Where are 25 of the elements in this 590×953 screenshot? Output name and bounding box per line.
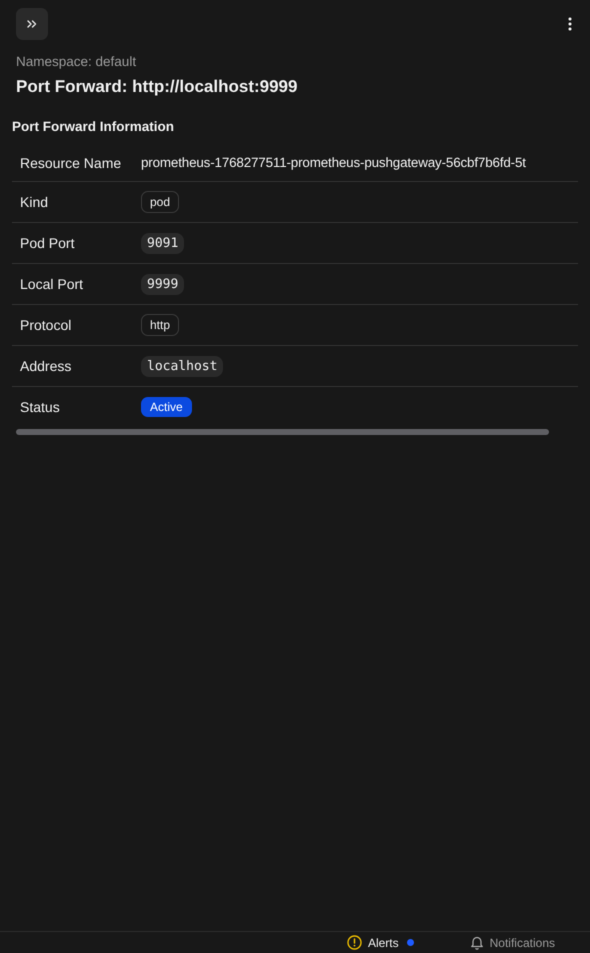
alerts-button[interactable]: Alerts xyxy=(346,935,414,950)
tag: http xyxy=(141,314,180,336)
expand-button[interactable] xyxy=(16,8,48,40)
more-icon xyxy=(568,17,572,31)
status-badge: Active xyxy=(141,397,192,417)
field-label: Resource Name xyxy=(20,154,122,170)
field-label: Kind xyxy=(20,194,48,210)
notifications-button[interactable]: Notifications xyxy=(470,935,555,950)
alert-icon xyxy=(346,935,362,950)
field-label: Pod Port xyxy=(20,235,74,251)
tag: pod xyxy=(141,191,180,213)
page-title: Port Forward: http://localhost:9999 xyxy=(16,77,298,97)
chevrons-right-icon xyxy=(26,18,38,30)
field-label: Status xyxy=(20,399,60,415)
horizontal-scrollbar[interactable] xyxy=(16,429,549,435)
section-title: Port Forward Information xyxy=(12,119,174,134)
field-value: prometheus-1768277511-prometheus-pushgateway-56cbf7b6fd-5t xyxy=(141,155,526,170)
field-label: Address xyxy=(20,358,72,374)
code-value: localhost xyxy=(141,356,224,376)
bell-icon xyxy=(470,935,484,950)
namespace-label: Namespace: default xyxy=(16,54,136,69)
field-label: Local Port xyxy=(20,276,84,292)
code-value: 9091 xyxy=(141,232,184,254)
field-label: Protocol xyxy=(20,317,72,333)
code-value: 9999 xyxy=(141,274,184,294)
